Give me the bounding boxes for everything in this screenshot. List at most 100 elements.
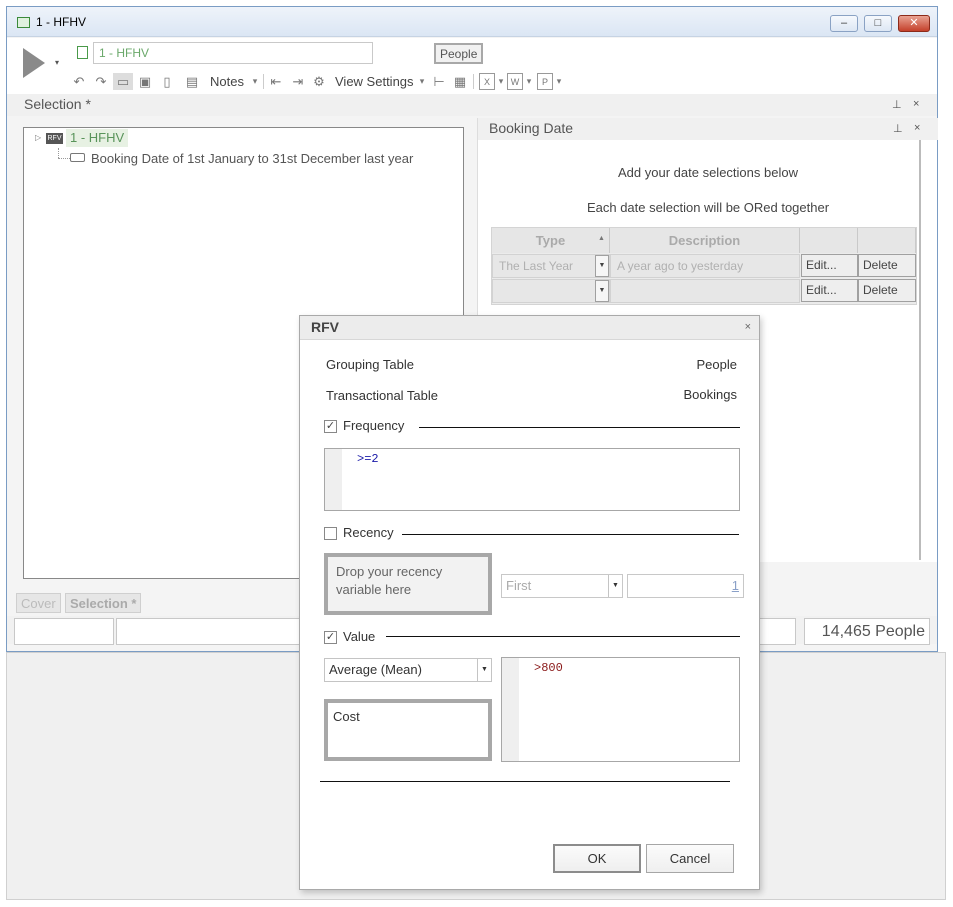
selection-toggle-icon[interactable]: ▭ (113, 73, 133, 90)
value-expression-editor[interactable]: >800 (501, 657, 740, 762)
window-icon (17, 17, 30, 28)
pin-icon[interactable]: ⊥ (892, 98, 902, 111)
date-selection-grid: Type ▲ Description The Last Year ▼ A yea… (491, 227, 917, 305)
powerpoint-dropdown-icon[interactable]: ▾ (554, 73, 564, 90)
close-button[interactable]: ✕ (898, 15, 930, 32)
grouping-table-label: Grouping Table (326, 357, 414, 372)
redo-icon[interactable]: ↷ (93, 73, 109, 90)
tab-cover[interactable]: Cover (16, 593, 61, 613)
notes-icon[interactable]: ▤ (185, 73, 199, 90)
grid-header-type[interactable]: Type (492, 228, 610, 253)
delete-button[interactable]: Delete (858, 279, 916, 302)
delete-button[interactable]: Delete (858, 254, 916, 277)
frequency-expression-editor[interactable]: >=2 (324, 448, 740, 511)
toolbar: ▾ 1 - HFHV People ↶ ↷ ▭ ▣ ▯ ▤ Notes ▾ ⇤ … (7, 38, 937, 96)
tab-selection[interactable]: Selection * (65, 593, 142, 613)
tree-view-icon[interactable]: ⊢ (431, 73, 447, 90)
grid-header-description[interactable]: Description (610, 228, 800, 253)
outdent-icon[interactable]: ⇤ (268, 73, 284, 90)
transactional-table-label: Transactional Table (326, 388, 439, 403)
title-bar: 1 - HFHV – □ ✕ (7, 7, 937, 37)
booking-date-header: Booking Date ⊥ × (478, 118, 938, 140)
expand-icon[interactable]: ▷ (35, 133, 41, 142)
record-count-panel: 14,465 People (804, 618, 930, 645)
recency-label: Recency (343, 525, 394, 540)
dialog-close-icon[interactable]: × (745, 321, 751, 333)
word-dropdown-icon[interactable]: ▾ (524, 73, 534, 90)
selection-panel-title: Selection * (24, 96, 91, 112)
table-badge[interactable]: People (434, 43, 484, 64)
database-icon[interactable]: ▯ (160, 73, 174, 90)
window-title: 1 - HFHV (36, 15, 87, 29)
status-panel (14, 618, 114, 645)
play-dropdown-icon[interactable]: ▾ (55, 58, 59, 67)
grid-cell-type[interactable]: The Last Year (492, 254, 610, 278)
recency-count-input[interactable]: 1 (627, 574, 744, 598)
tree-connector (58, 148, 59, 158)
document-icon (77, 46, 88, 59)
excel-dropdown-icon[interactable]: ▾ (496, 73, 506, 90)
editor-gutter (502, 658, 519, 761)
edit-button[interactable]: Edit... (801, 254, 858, 277)
value-aggregate-select[interactable]: Average (Mean) ▼ (324, 658, 492, 682)
record-count: 14,465 People (821, 623, 925, 640)
tree-connector (58, 158, 70, 159)
undo-icon[interactable]: ↶ (71, 73, 87, 90)
cancel-button[interactable]: Cancel (646, 844, 734, 873)
frequency-label: Frequency (343, 418, 405, 433)
section-divider (386, 636, 740, 637)
criterion-node-icon (70, 153, 85, 162)
tree-root-node[interactable]: 1 - HFHV (66, 129, 129, 147)
frequency-expression[interactable]: >=2 (357, 452, 379, 466)
sort-icon: ▲ (598, 235, 605, 242)
powerpoint-export-icon[interactable]: P (537, 73, 553, 90)
excel-export-icon[interactable]: X (479, 73, 495, 90)
maximize-button[interactable]: □ (864, 15, 892, 32)
value-checkbox[interactable]: ✓ (324, 631, 337, 644)
booking-instructions-or: Each date selection will be ORed togethe… (586, 200, 830, 215)
recency-drop-zone[interactable]: Drop your recency variable here (324, 553, 492, 615)
indent-icon[interactable]: ⇥ (290, 73, 306, 90)
tree-child-node[interactable]: Booking Date of 1st January to 31st Dece… (91, 151, 413, 166)
notes-button[interactable]: Notes (210, 74, 244, 89)
recency-mode-value: First (506, 578, 532, 593)
settings-gear-icon[interactable]: ⚙ (311, 73, 327, 90)
grid-cell-type[interactable] (492, 279, 610, 303)
grid-view-icon[interactable]: ▦ (452, 73, 468, 90)
recency-checkbox[interactable] (324, 527, 337, 540)
rfv-node-icon: RFV (46, 133, 63, 144)
value-aggregate-value: Average (Mean) (329, 662, 422, 677)
pin-icon[interactable]: ⊥ (893, 122, 903, 135)
frequency-checkbox[interactable]: ✓ (324, 420, 337, 433)
panel-close-icon[interactable]: × (913, 98, 919, 110)
run-play-icon[interactable] (23, 48, 45, 78)
dialog-title: RFV (311, 319, 339, 335)
type-dropdown-icon[interactable]: ▼ (595, 280, 609, 302)
word-export-icon[interactable]: W (507, 73, 523, 90)
grid-header-delete (858, 228, 916, 253)
selection-name-input[interactable]: 1 - HFHV (93, 42, 373, 64)
booking-date-title: Booking Date (489, 120, 574, 136)
value-expression[interactable]: >800 (534, 661, 563, 675)
booking-instructions: Add your date selections below (618, 165, 798, 180)
section-divider (320, 781, 730, 782)
ok-button[interactable]: OK (553, 844, 641, 873)
view-settings-button[interactable]: View Settings (335, 74, 414, 89)
panel-close-icon[interactable]: × (914, 122, 920, 134)
chevron-down-icon[interactable]: ▼ (477, 659, 491, 681)
recency-mode-select[interactable]: First ▼ (501, 574, 623, 598)
save-icon[interactable]: ▣ (137, 73, 153, 90)
section-divider (402, 534, 739, 535)
type-dropdown-icon[interactable]: ▼ (595, 255, 609, 277)
recency-count-value: 1 (731, 578, 739, 593)
selection-panel-header: Selection * ⊥ × (7, 94, 937, 116)
vertical-scrollbar[interactable] (919, 140, 921, 560)
minimize-button[interactable]: – (830, 15, 858, 32)
transactional-table-value: Bookings (683, 387, 737, 402)
notes-dropdown-icon[interactable]: ▾ (250, 73, 260, 90)
view-settings-dropdown-icon[interactable]: ▾ (417, 73, 427, 90)
chevron-down-icon[interactable]: ▼ (608, 575, 622, 597)
edit-button[interactable]: Edit... (801, 279, 858, 302)
toolbar-separator (263, 74, 264, 89)
value-field-drop-zone[interactable]: Cost (324, 699, 492, 761)
